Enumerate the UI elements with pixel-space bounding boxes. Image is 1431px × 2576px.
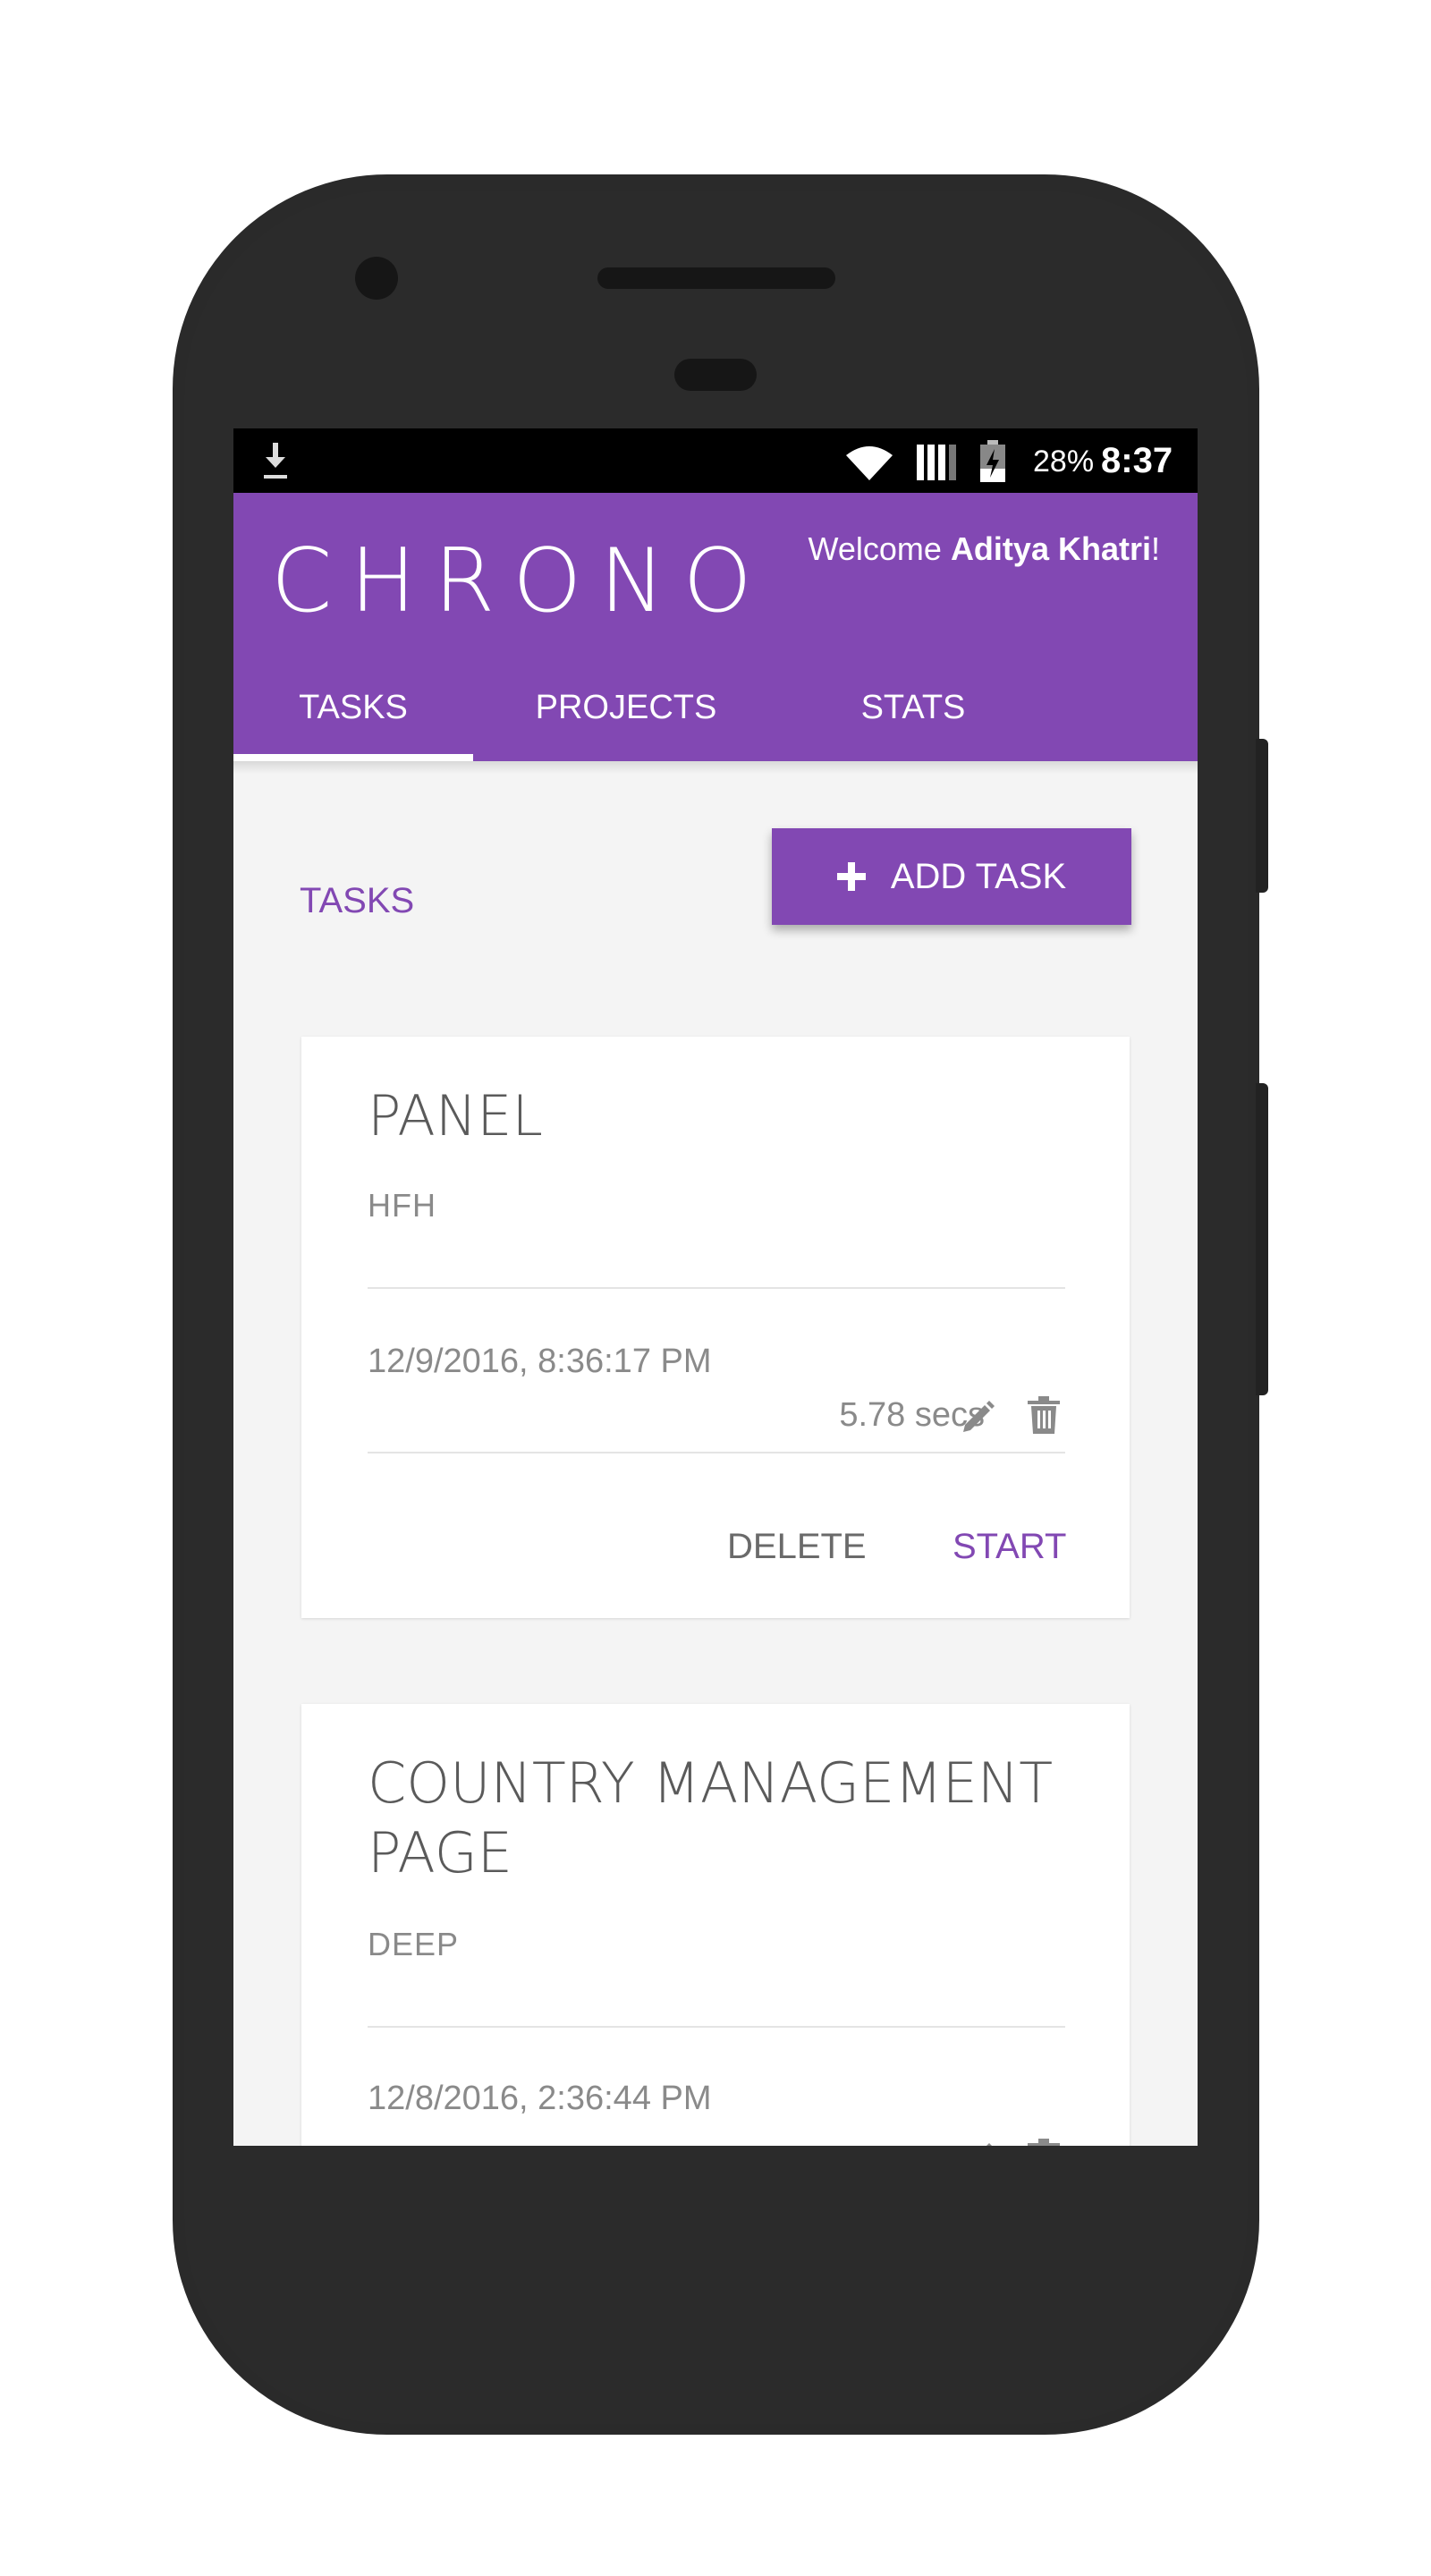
battery-percentage: 28%: [1033, 445, 1095, 479]
status-clock: 8:37: [1101, 441, 1173, 480]
task-project: HFH: [368, 1187, 436, 1224]
trash-icon[interactable]: [1028, 1396, 1060, 1434]
download-icon: [264, 443, 287, 479]
delete-button[interactable]: DELETE: [727, 1527, 867, 1567]
card-divider: [368, 1452, 1065, 1453]
app-logo: CHRONO: [271, 530, 770, 632]
pencil-icon[interactable]: [960, 2140, 995, 2146]
volume-buttons[interactable]: [1256, 1083, 1268, 1395]
wifi-icon: [846, 446, 893, 480]
welcome-prefix: Welcome: [808, 530, 951, 567]
card-divider: [368, 1287, 1065, 1289]
tab-stats[interactable]: STATS: [779, 654, 1047, 761]
pencil-icon[interactable]: [960, 1398, 995, 1434]
start-button[interactable]: START: [953, 1527, 1066, 1567]
task-card: PANEL HFH 12/9/2016, 8:36:17 PM 5.78 sec…: [301, 1037, 1130, 1618]
task-title: COUNTRY MANAGEMENT PAGE: [368, 1750, 1054, 1885]
front-camera: [355, 257, 398, 300]
battery-charging-icon: [980, 440, 1005, 482]
task-duration: 5.78 secs: [839, 1396, 985, 1434]
proximity-sensor: [674, 359, 757, 391]
task-project: DEEP: [368, 1926, 460, 1962]
card-divider: [368, 2026, 1065, 2028]
welcome-message: Welcome Aditya Khatri!: [809, 530, 1160, 568]
task-date: 12/8/2016, 2:36:44 PM: [368, 2080, 712, 2117]
task-card: COUNTRY MANAGEMENT PAGE DEEP 12/8/2016, …: [301, 1704, 1130, 2146]
app-header: CHRONO Welcome Aditya Khatri! TASKS PROJ…: [233, 493, 1198, 761]
user-name: Aditya Khatri: [950, 530, 1151, 567]
earpiece-speaker: [597, 267, 835, 289]
section-title: TASKS: [300, 881, 415, 920]
app-screen: 28% 8:37 CHRONO Welcome Aditya Khatri! T…: [233, 428, 1198, 2146]
task-title: PANEL: [368, 1083, 543, 1148]
tab-projects[interactable]: PROJECTS: [473, 654, 779, 761]
task-date: 12/9/2016, 8:36:17 PM: [368, 1343, 712, 1380]
power-button[interactable]: [1256, 739, 1268, 893]
add-task-button[interactable]: ADD TASK: [772, 828, 1131, 925]
welcome-suffix: !: [1150, 530, 1160, 567]
trash-icon[interactable]: [1028, 2139, 1060, 2146]
plus-icon: [836, 862, 866, 891]
tab-tasks[interactable]: TASKS: [233, 654, 473, 761]
status-bar: 28% 8:37: [233, 428, 1198, 493]
add-task-label: ADD TASK: [890, 856, 1067, 896]
header-shadow: [233, 761, 1198, 774]
signal-icon: [917, 445, 956, 480]
active-tab-indicator: [233, 754, 473, 761]
